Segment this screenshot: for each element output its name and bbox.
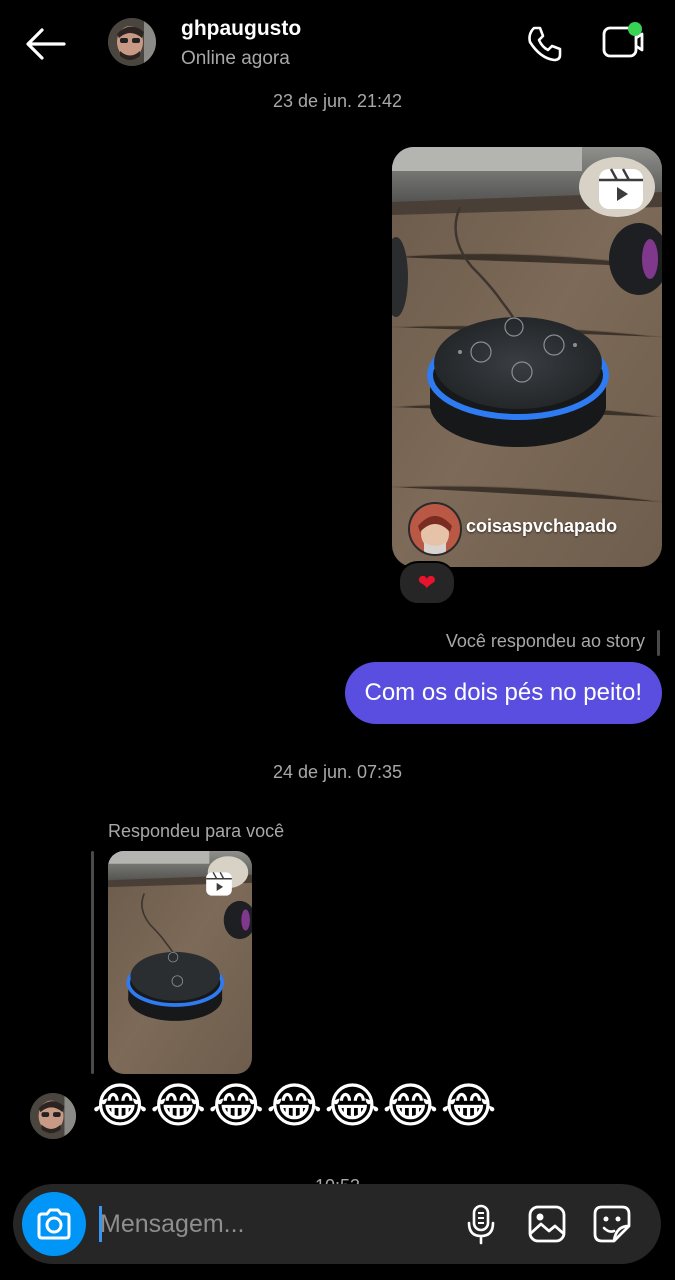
date-separator: 23 de jun. 21:42 [272,91,403,111]
voice-call-button[interactable] [522,22,566,66]
online-indicator [628,22,642,36]
replied-story-thumbnail[interactable] [108,851,252,1074]
reels-icon [599,168,643,209]
outgoing-message[interactable]: Com os dois pés no peito! [344,662,662,724]
incoming-emoji-message[interactable]: 😂😂😂😂😂😂😂 [92,1078,499,1134]
sticker-button[interactable] [591,1202,633,1246]
heart-icon: ❤ [417,570,437,595]
sender-avatar[interactable] [30,1093,76,1139]
reel-author-avatar[interactable] [408,502,462,556]
reply-indicator-bar [91,851,94,1074]
reply-indicator-bar [657,630,660,656]
microphone-icon [467,1204,495,1245]
replied-you-label: Respondeu para você [108,821,285,841]
contact-status: Online agora [181,48,290,69]
reels-icon [206,871,232,896]
sticker-icon [593,1205,631,1243]
gallery-button[interactable] [526,1202,568,1246]
reel-author-name[interactable]: coisaspvchapado [466,516,617,537]
camera-button[interactable] [22,1192,86,1256]
gallery-icon [528,1205,566,1243]
phone-icon [528,26,562,62]
replied-story-label: Você respondeu ao story [445,631,645,651]
date-separator: 24 de jun. 07:35 [272,762,403,782]
contact-name[interactable]: ghpaugusto [181,17,301,41]
back-button[interactable] [22,24,68,64]
reaction-badge[interactable]: ❤ [398,561,456,605]
message-text: Com os dois pés no peito! [364,679,643,706]
message-input[interactable] [100,1202,440,1246]
voice-message-button[interactable] [460,1202,502,1246]
camera-icon [37,1208,71,1240]
contact-avatar[interactable] [108,18,156,66]
back-arrow-icon [26,28,66,60]
